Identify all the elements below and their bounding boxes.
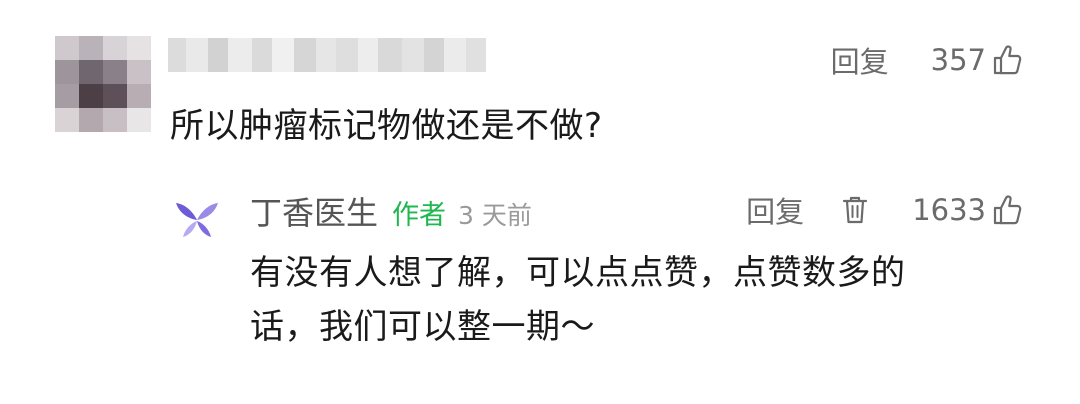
butterfly-logo-icon[interactable] bbox=[174, 196, 220, 242]
trash-icon[interactable] bbox=[842, 195, 868, 225]
thumbs-up-icon[interactable] bbox=[992, 44, 1022, 76]
reply-button[interactable]: 回复 bbox=[831, 39, 889, 81]
reply-text-line: 有没有人想了解，可以点点赞，点赞数多的 bbox=[250, 253, 906, 293]
author-name[interactable]: 丁香医生 bbox=[250, 188, 378, 234]
reply-text: 有没有人想了解，可以点点赞，点赞数多的 话，我们可以整一期～ bbox=[250, 246, 1010, 354]
author-badge: 作者 bbox=[392, 200, 447, 231]
reply-actions: 回复 1633 bbox=[746, 190, 1022, 230]
comment-actions: 回复 357 bbox=[831, 40, 1022, 80]
reply-button[interactable]: 回复 bbox=[746, 189, 804, 231]
comment-text: 所以肿瘤标记物做还是不做? bbox=[170, 106, 603, 146]
thumbs-up-icon[interactable] bbox=[992, 194, 1022, 226]
username-censored[interactable] bbox=[168, 38, 486, 72]
like-count: 357 bbox=[930, 43, 986, 77]
avatar-censored[interactable] bbox=[55, 36, 151, 132]
reply-timestamp: 3 天前 bbox=[458, 201, 532, 230]
reply-header: 丁香医生 作者 3 天前 bbox=[250, 188, 532, 234]
like-count: 1633 bbox=[912, 193, 986, 227]
reply-text-line: 话，我们可以整一期～ bbox=[250, 307, 595, 347]
